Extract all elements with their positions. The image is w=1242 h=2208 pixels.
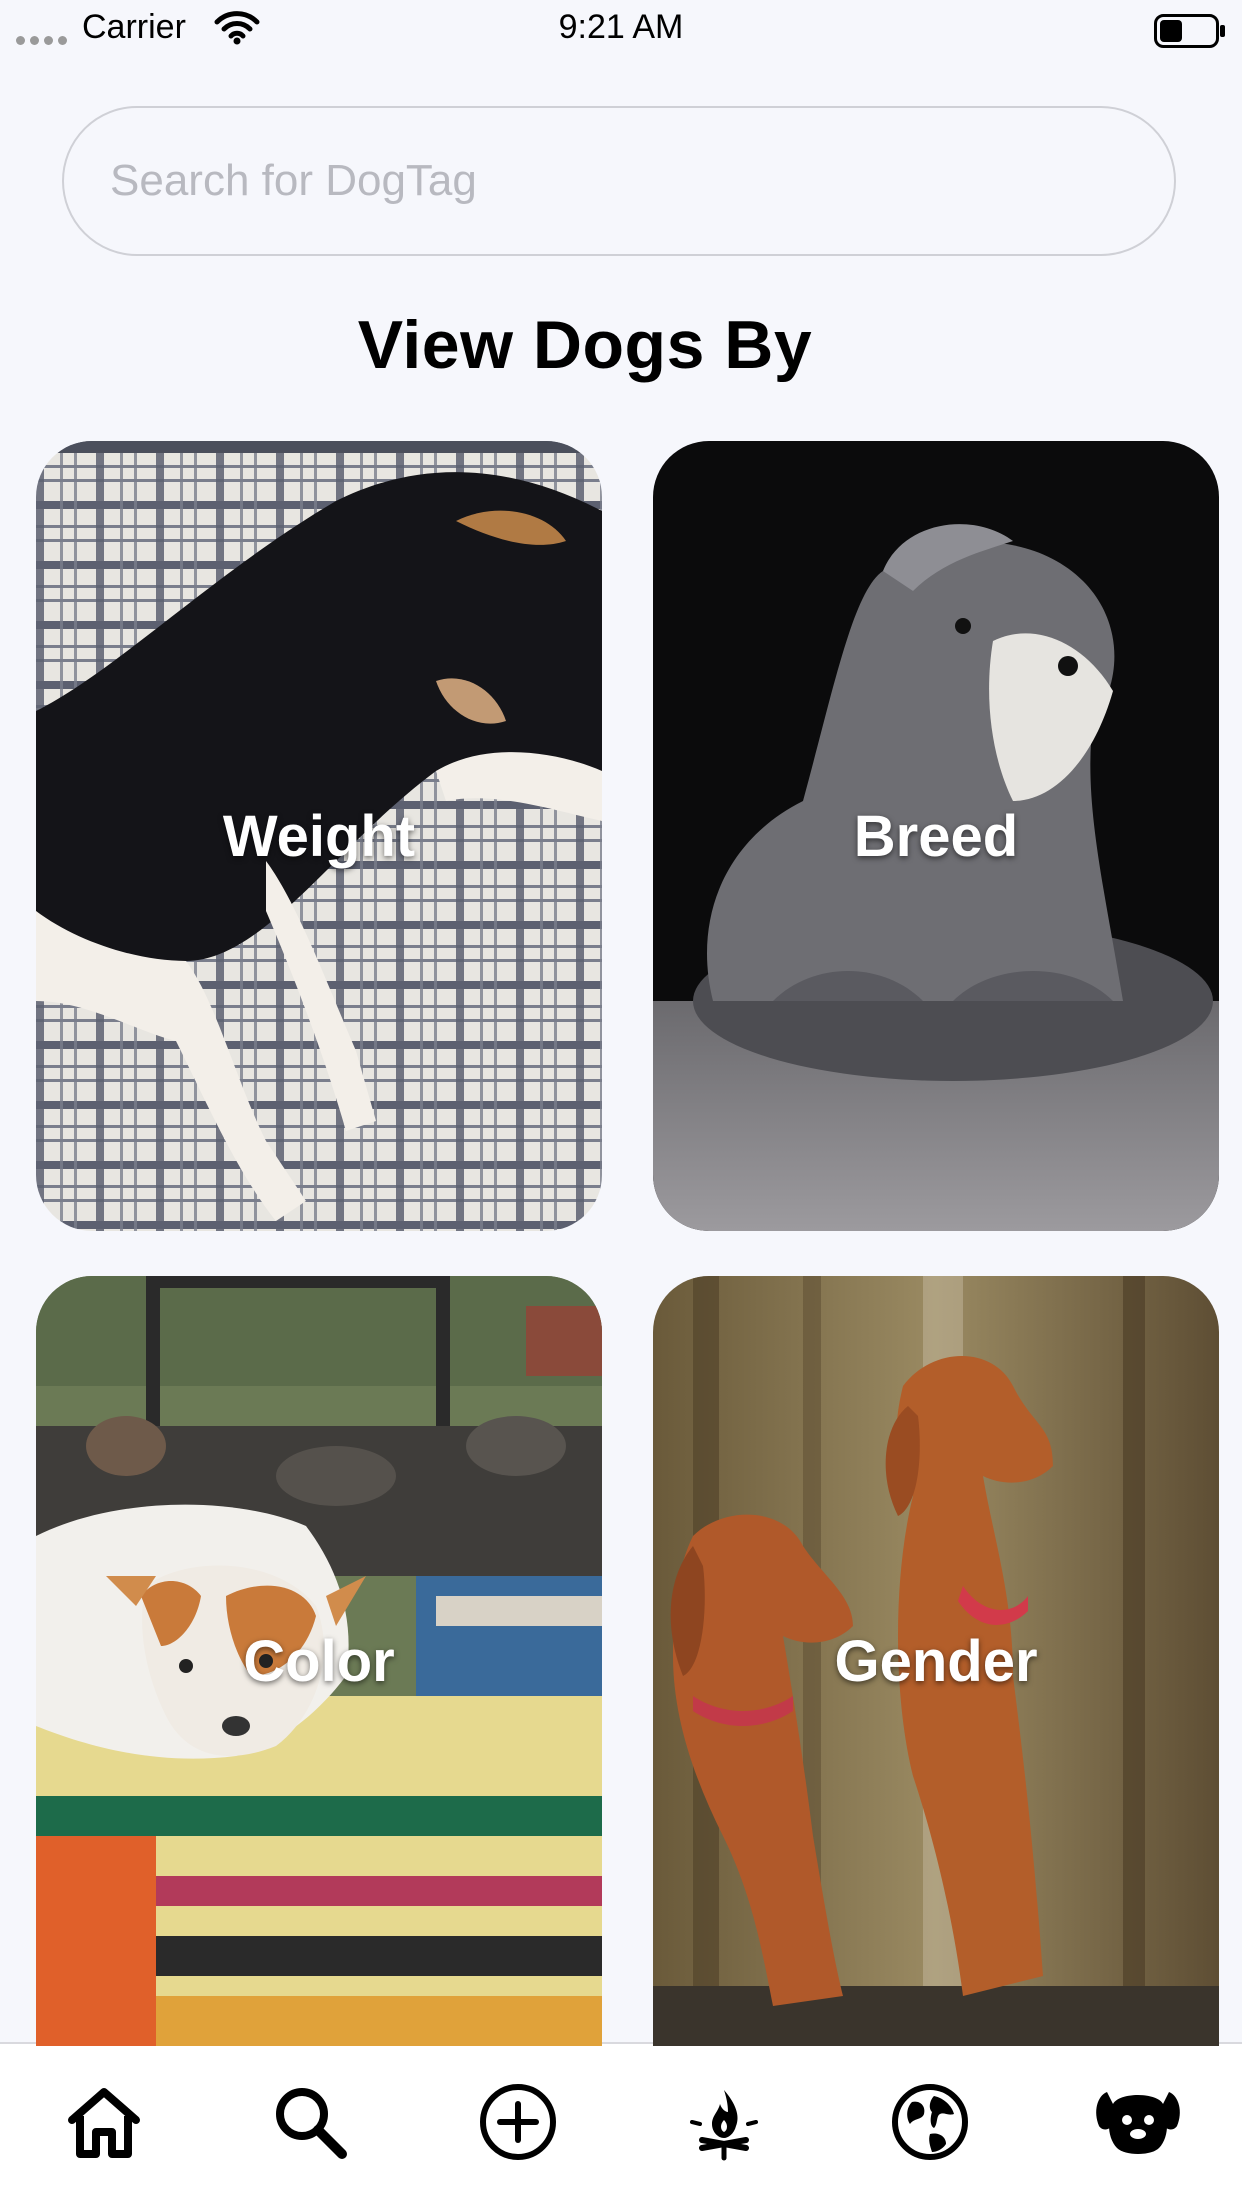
- clock: 9:21 AM: [558, 8, 684, 46]
- tab-world[interactable]: [880, 2072, 980, 2172]
- tab-search[interactable]: [260, 2072, 360, 2172]
- breed-tile-label: Breed: [853, 803, 1019, 869]
- page-title: View Dogs By: [357, 307, 813, 383]
- add-circle-icon: [480, 2084, 556, 2160]
- battery-icon: [1154, 14, 1225, 48]
- home-icon: [68, 2088, 140, 2158]
- tab-bar: [0, 2042, 1242, 2208]
- tab-add[interactable]: [468, 2072, 568, 2172]
- breed-category-tile[interactable]: Breed: [653, 441, 1219, 1231]
- color-category-tile[interactable]: Color: [36, 1276, 602, 2046]
- tab-my-dogs[interactable]: [1088, 2072, 1188, 2172]
- gender-category-tile[interactable]: Gender: [653, 1276, 1219, 2046]
- search-icon: [276, 2088, 347, 2159]
- weight-category-tile[interactable]: Weight: [36, 441, 602, 1231]
- tab-home[interactable]: [54, 2072, 154, 2172]
- dog-icon: [1096, 2092, 1180, 2154]
- globe-icon: [892, 2084, 968, 2160]
- gender-tile-label: Gender: [834, 1628, 1038, 1694]
- status-bar: Carrier 9:21 AM: [0, 0, 1242, 60]
- campfire-icon: [690, 2090, 758, 2161]
- weight-tile-label: Weight: [222, 803, 416, 869]
- tab-campfire[interactable]: [674, 2072, 774, 2172]
- search-input[interactable]: [62, 106, 1176, 256]
- color-tile-label: Color: [243, 1628, 395, 1694]
